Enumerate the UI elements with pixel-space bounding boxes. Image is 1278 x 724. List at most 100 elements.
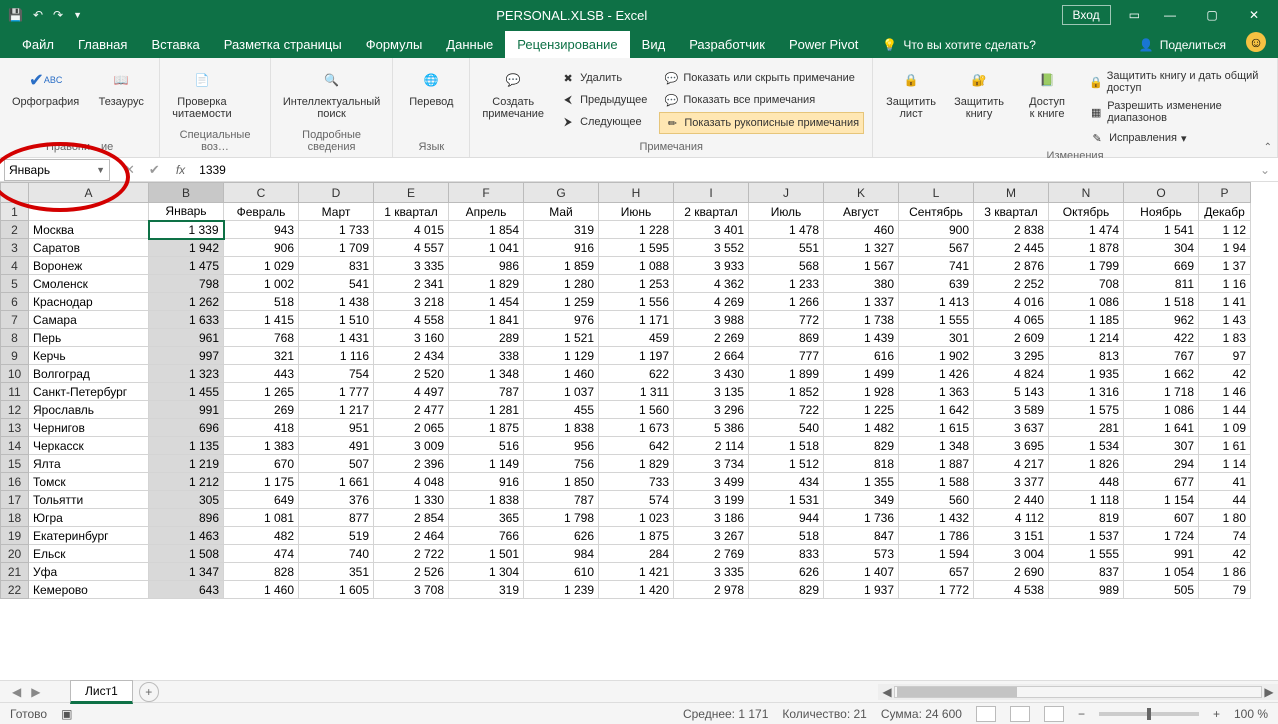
cell[interactable]: 2 445 [974,239,1049,257]
cell[interactable]: 1 337 [824,293,899,311]
cell[interactable]: 828 [224,563,299,581]
redo-icon[interactable]: ↷ [53,8,63,22]
cell[interactable]: 507 [299,455,374,473]
column-header[interactable]: A [29,183,149,203]
scroll-left-icon[interactable]: ◀ [880,685,894,699]
cell[interactable]: 1 265 [224,383,299,401]
cell[interactable]: 1 512 [749,455,824,473]
cell[interactable]: 643 [149,581,224,599]
cell[interactable]: 319 [524,221,599,239]
cell[interactable]: 1 460 [524,365,599,383]
protect-sheet-button[interactable]: 🔒 Защитить лист [881,62,941,124]
cell[interactable]: 42 [1199,545,1251,563]
cell[interactable]: Ярославль [29,401,149,419]
cell[interactable]: 639 [899,275,974,293]
row-header[interactable]: 16 [1,473,29,491]
cell[interactable]: 1 438 [299,293,374,311]
cell[interactable]: 4 362 [674,275,749,293]
cell[interactable]: Санкт-Петербург [29,383,149,401]
cell[interactable]: 1 219 [149,455,224,473]
spelling-button[interactable]: ✔ABC Орфография [8,62,83,112]
cell[interactable]: 1 14 [1199,455,1251,473]
cell[interactable]: 1 348 [449,365,524,383]
cell[interactable]: 787 [449,383,524,401]
cell[interactable]: 349 [824,491,899,509]
cell[interactable]: 1 217 [299,401,374,419]
row-header[interactable]: 17 [1,491,29,509]
cell[interactable]: 1 80 [1199,509,1251,527]
cell[interactable]: 4 016 [974,293,1049,311]
name-box[interactable]: Январь ▼ [4,159,110,181]
cell[interactable]: Краснодар [29,293,149,311]
cell[interactable]: 2 769 [674,545,749,563]
cell[interactable]: 1 887 [899,455,974,473]
cell[interactable]: 455 [524,401,599,419]
column-header[interactable]: P [1199,183,1251,203]
cell[interactable]: 5 386 [674,419,749,437]
cell[interactable]: 1 327 [824,239,899,257]
row-header[interactable]: 21 [1,563,29,581]
cell[interactable]: 906 [224,239,299,257]
cell[interactable]: 3 009 [374,437,449,455]
cell[interactable]: 1 086 [1124,401,1199,419]
cell[interactable]: 956 [524,437,599,455]
cell[interactable]: 294 [1124,455,1199,473]
cell[interactable]: 3 589 [974,401,1049,419]
cell[interactable]: 2 609 [974,329,1049,347]
row-header[interactable]: 4 [1,257,29,275]
cell[interactable]: 708 [1049,275,1124,293]
tab-file[interactable]: Файл [10,31,66,58]
tab-data[interactable]: Данные [434,31,505,58]
cell[interactable]: 819 [1049,509,1124,527]
cell[interactable]: 1 323 [149,365,224,383]
cell[interactable]: 696 [149,419,224,437]
cell[interactable]: 991 [149,401,224,419]
cell[interactable]: 997 [149,347,224,365]
share-workbook-button[interactable]: 📗 Доступ к книге [1017,62,1077,124]
cell[interactable]: 1 733 [299,221,374,239]
cell[interactable]: 1 555 [899,311,974,329]
cell[interactable]: 649 [224,491,299,509]
cell[interactable]: Февраль [224,203,299,221]
save-icon[interactable]: 💾 [8,8,23,22]
cell[interactable]: 269 [224,401,299,419]
cell[interactable]: 1 228 [599,221,674,239]
cell[interactable]: 284 [599,545,674,563]
cell[interactable]: 319 [449,581,524,599]
cell[interactable]: 756 [524,455,599,473]
cell[interactable]: 2 252 [974,275,1049,293]
cell[interactable]: 3 637 [974,419,1049,437]
cell[interactable]: 1 86 [1199,563,1251,581]
cell[interactable]: 3 708 [374,581,449,599]
cell[interactable]: 2 114 [674,437,749,455]
view-pagebreak-button[interactable] [1044,706,1064,722]
cell[interactable]: 1 037 [524,383,599,401]
cell[interactable]: Январь [149,203,224,221]
cell[interactable]: 2 520 [374,365,449,383]
cell[interactable]: 2 722 [374,545,449,563]
cell[interactable]: 766 [449,527,524,545]
cell[interactable]: 1 673 [599,419,674,437]
cell[interactable]: 4 112 [974,509,1049,527]
cell[interactable]: 2 978 [674,581,749,599]
macro-record-icon[interactable]: ▣ [61,707,72,721]
cell[interactable]: 1 521 [524,329,599,347]
cell[interactable]: 2 065 [374,419,449,437]
column-header[interactable]: B [149,183,224,203]
cell[interactable]: 1 135 [149,437,224,455]
cell[interactable]: 1 661 [299,473,374,491]
cell[interactable]: 829 [749,581,824,599]
cell[interactable]: Март [299,203,374,221]
cell[interactable]: 1 777 [299,383,374,401]
cell[interactable]: 460 [824,221,899,239]
cell[interactable]: 4 217 [974,455,1049,473]
cell[interactable]: 622 [599,365,674,383]
row-header[interactable]: 18 [1,509,29,527]
cell[interactable]: 491 [299,437,374,455]
cell[interactable]: 3 401 [674,221,749,239]
cell[interactable]: 4 824 [974,365,1049,383]
cell[interactable]: 1 875 [449,419,524,437]
column-header[interactable]: N [1049,183,1124,203]
cell[interactable]: 3 квартал [974,203,1049,221]
show-ink-button[interactable]: ✏Показать рукописные примечания [659,112,864,134]
